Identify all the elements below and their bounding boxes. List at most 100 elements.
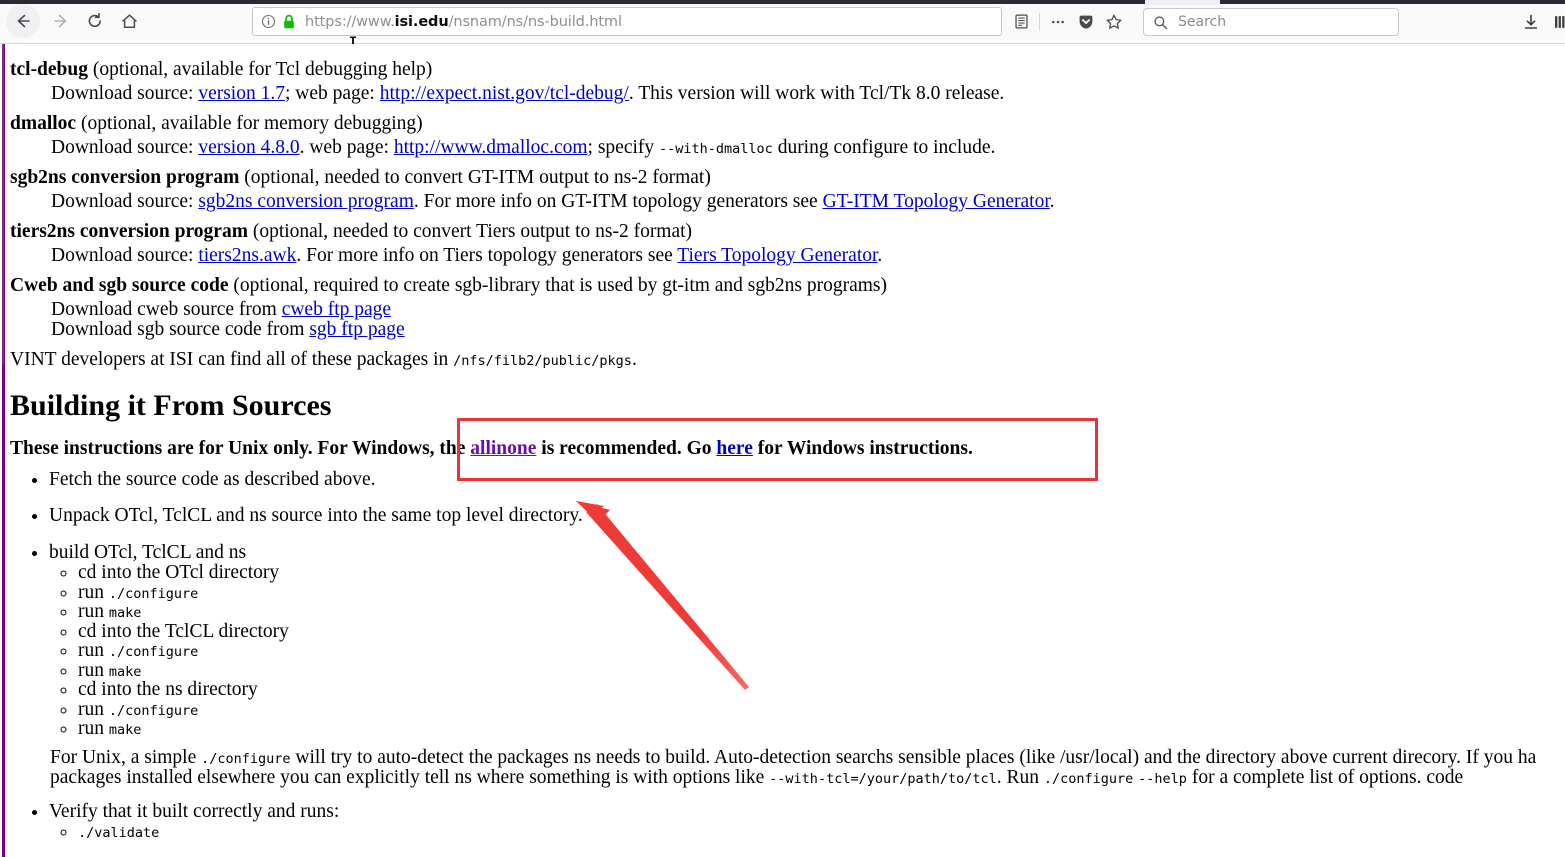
build-steps-list: Fetch the source code as described above… [0, 469, 1100, 755]
vint-note-prefix: VINT developers at ISI can find all of t… [10, 349, 454, 370]
page-section-heading: Building it From Sources [10, 389, 332, 422]
inline-code-with-dmalloc: --with-dmalloc [659, 140, 773, 157]
back-button[interactable] [6, 4, 40, 38]
reload-button[interactable] [78, 4, 112, 38]
page-actions-button[interactable] [1044, 8, 1072, 36]
cweb-download-line-2: Download sgb source code from sgb ftp pa… [10, 320, 887, 340]
note-part-1: These instructions are for Unix only. Fo… [10, 438, 471, 459]
download-suffix: . [877, 244, 883, 266]
list-item: ./validate [78, 822, 900, 842]
unix-configure-paragraph-line1: For Unix, a simple ./configure will try … [0, 747, 1537, 768]
star-icon [1106, 14, 1122, 29]
download-tail: during configure to include. [772, 136, 996, 158]
package-block-tcl-debug: tcl-debug (optional, available for Tcl d… [0, 60, 1004, 103]
substep-code: ./configure [108, 585, 199, 602]
toolbar-right-icons [1516, 7, 1565, 36]
secure-connection-icon[interactable] [282, 14, 296, 30]
reader-view-button[interactable] [1007, 8, 1035, 36]
package-name: sgb2ns conversion program [10, 167, 240, 188]
home-button[interactable] [112, 4, 146, 38]
download-suffix: . This version will work with Tcl/Tk 8.0… [628, 82, 1005, 104]
para-text: will try to auto-detect the packages ns … [290, 747, 1537, 768]
search-input[interactable] [1176, 13, 1376, 31]
search-bar[interactable] [1143, 8, 1399, 36]
list-item: run make [78, 602, 1100, 622]
forward-arrow-icon [54, 14, 67, 28]
downloads-button[interactable] [1516, 8, 1546, 36]
package-desc: (optional, needed to convert Tiers outpu… [247, 221, 693, 242]
step-text: Unpack OTcl, TclCL and ns source into th… [49, 505, 583, 527]
link-sgb-ftp[interactable]: sgb ftp page [309, 319, 404, 340]
cweb-download-line-1: Download cweb source from cweb ftp page [10, 298, 887, 320]
note-part-3: for Windows instructions. [752, 438, 973, 459]
step-text: Fetch the source code as described above… [49, 469, 376, 490]
build-substeps-list: cd into the OTcl directory run ./configu… [49, 563, 1100, 739]
para-text: For Unix, a simple [50, 747, 202, 768]
package-block-cweb-sgb: Cweb and sgb source code (optional, requ… [0, 276, 887, 340]
link-sgb2ns-source[interactable]: sgb2ns conversion program [198, 191, 414, 212]
link-here-windows[interactable]: here [716, 438, 752, 459]
substep-text: run [78, 581, 109, 603]
list-item: cd into the TclCL directory [78, 622, 1100, 642]
download-prefix: Download source: [51, 190, 199, 212]
substep-code: ./configure [108, 644, 199, 661]
save-to-pocket-button[interactable] [1072, 8, 1100, 36]
list-item: Verify that it built correctly and runs:… [49, 801, 900, 842]
forward-button[interactable] [44, 4, 78, 38]
link-allinone[interactable]: allinone [470, 438, 536, 459]
list-item: Unpack OTcl, TclCL and ns source into th… [49, 506, 1100, 526]
bookmark-button[interactable] [1100, 8, 1128, 36]
list-item: run ./configure [78, 700, 1100, 720]
inline-code-configure: ./configure [201, 751, 291, 767]
download-prefix: Download source: [51, 244, 199, 266]
padlock-icon [284, 14, 294, 28]
link-webpage[interactable]: http://www.dmalloc.com [394, 137, 588, 158]
site-info-icon[interactable] [261, 14, 276, 29]
link-tiers2ns-awk[interactable]: tiers2ns.awk [198, 245, 296, 266]
vint-note-suffix: . [631, 349, 637, 370]
package-desc: (optional, available for Tcl debugging h… [88, 59, 433, 80]
browser-toolbar: https://www.isi.edu/nsnam/ns/ns-build.ht… [0, 0, 1565, 44]
url-host: isi.edu [394, 13, 449, 30]
sgb-prefix: Download sgb source code from [51, 319, 310, 340]
para-text: packages installed elsewhere you can exp… [50, 767, 770, 788]
package-download-line: Download source: version 1.7; web page: … [10, 82, 1005, 104]
back-arrow-icon [17, 14, 30, 28]
page-content: tcl-debug (optional, available for Tcl d… [0, 44, 1565, 857]
substep-text: run [78, 640, 109, 662]
list-item: Fetch the source code as described above… [49, 469, 1100, 490]
cweb-prefix: Download cweb source from [51, 298, 282, 320]
link-version[interactable]: version 4.8.0 [198, 137, 299, 158]
link-version[interactable]: version 1.7 [198, 83, 285, 104]
para-text: for a complete list of options. code [1186, 767, 1464, 788]
link-cweb-ftp[interactable]: cweb ftp page [282, 299, 391, 320]
package-desc: (optional, needed to convert GT-ITM outp… [239, 167, 711, 188]
tab-strip-remnant-left [0, 0, 1145, 4]
library-button[interactable] [1546, 8, 1565, 36]
list-item: cd into the ns directory [78, 680, 1100, 700]
substep-text: run [78, 718, 109, 740]
link-webpage[interactable]: http://expect.nist.gov/tcl-debug/ [380, 83, 629, 104]
package-name: tiers2ns conversion program [10, 221, 248, 242]
info-circle-icon [261, 14, 276, 29]
package-block-sgb2ns: sgb2ns conversion program (optional, nee… [0, 168, 1055, 211]
inline-code-pkgs-path: /nfs/filb2/public/pkgs [453, 353, 632, 369]
ellipsis-icon [1052, 20, 1064, 23]
list-item: run make [78, 719, 1100, 739]
list-item: run ./configure [78, 641, 1100, 661]
verify-step-list: Verify that it built correctly and runs:… [0, 801, 900, 857]
substep-text: run [78, 659, 109, 681]
home-icon [121, 13, 137, 28]
package-name: dmalloc [10, 113, 77, 134]
para-text: . Run [996, 767, 1044, 788]
package-name: Cweb and sgb source code [10, 275, 229, 296]
download-mid: ; web page: [284, 82, 380, 104]
download-mid: . For more info on GT-ITM topology gener… [413, 190, 823, 212]
pocket-shield-icon [1079, 15, 1093, 29]
tab-strip-remnant-right [1220, 0, 1565, 4]
link-tiers-generator[interactable]: Tiers Topology Generator [677, 245, 877, 266]
link-gtitm-generator[interactable]: GT-ITM Topology Generator [823, 191, 1050, 212]
vint-developers-note: VINT developers at ISI can find all of t… [0, 350, 637, 370]
address-bar[interactable]: https://www.isi.edu/nsnam/ns/ns-build.ht… [252, 7, 1002, 36]
list-item: run ./configure [78, 583, 1100, 603]
